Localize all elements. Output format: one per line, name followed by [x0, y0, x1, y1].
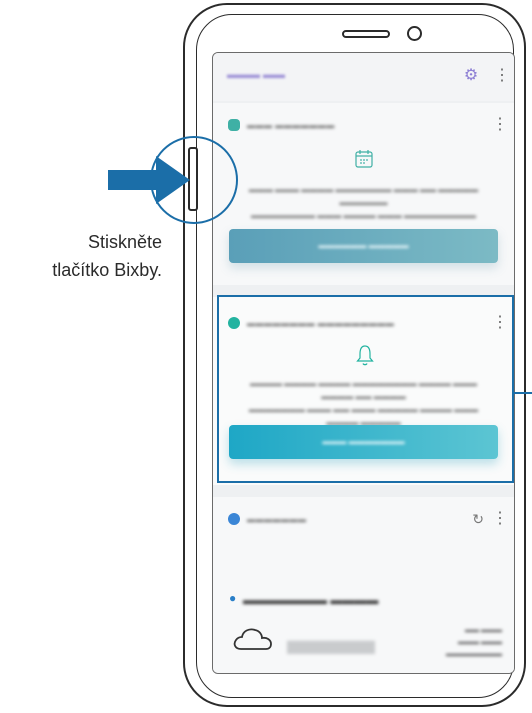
gear-icon[interactable]: ⚙: [460, 65, 482, 87]
card-title: ▬▬▬ ▬▬▬▬▬▬▬: [247, 121, 335, 130]
weather-temperature: ▬▬: [287, 615, 375, 664]
card-description: ▬▬▬ ▬▬▬ ▬▬▬▬ ▬▬▬▬▬▬▬ ▬▬▬ ▬▬ ▬▬▬▬▬ ▬▬▬▬▬▬…: [248, 185, 479, 220]
forecast-item: ☁ ▬▬▬▬▬▬▬: [307, 673, 317, 674]
location-pin-icon: ●: [229, 591, 237, 605]
card-title: ▬▬▬▬▬▬▬: [247, 515, 307, 524]
callout-line: [514, 392, 532, 394]
card-action-button[interactable]: ▬▬▬▬▬▬ ▬▬▬▬▬: [229, 229, 498, 263]
card-app-icon: [228, 513, 240, 525]
highlight-frame: [217, 295, 514, 483]
calendar-icon: [355, 150, 373, 168]
caption-line-1: Stiskněte: [87, 232, 162, 252]
bixby-home-header: ▬▬▬ ▬▬ ⚙ ⋮: [213, 53, 514, 101]
more-vertical-icon[interactable]: ⋮: [494, 66, 510, 86]
card-app-icon: [228, 119, 240, 131]
earpiece-speaker: [342, 30, 390, 38]
cloud-icon: [233, 628, 272, 650]
forecast-item: ☁ ▬▬▬▬▬▬▬: [229, 673, 239, 674]
weather-location: ▬▬▬▬▬▬▬ ▬▬▬▬: [243, 593, 379, 607]
caption-line-2: tlačítko Bixby.: [52, 260, 162, 280]
forecast-item: ☁ ▬▬▬▬▬▬▬: [463, 673, 473, 674]
forecast-item: ☁ ▬▬▬▬▬▬▬: [385, 673, 395, 674]
schedule-card: ▬▬▬ ▬▬▬▬▬▬▬ ⋮ ▬▬▬ ▬▬▬ ▬▬▬▬ ▬▬▬▬▬▬▬ ▬▬▬ ▬…: [213, 103, 514, 285]
weather-card: ▬▬▬▬▬▬▬ ↻ ⋮ ● ▬▬▬▬▬▬▬ ▬▬▬▬ ▬▬ ▬▬ ▬▬▬ ▬▬▬ …: [213, 497, 514, 674]
greeting-text: ▬▬▬ ▬▬: [227, 69, 286, 81]
instruction-caption: Stiskněte tlačítko Bixby.: [10, 228, 162, 284]
refresh-icon[interactable]: ↻: [472, 511, 484, 528]
arrow-right-icon: [108, 156, 190, 204]
front-camera: [407, 26, 422, 41]
more-vertical-icon[interactable]: ⋮: [492, 115, 508, 135]
more-vertical-icon[interactable]: ⋮: [492, 509, 508, 529]
weather-details: ▬▬ ▬▬▬ ▬▬▬ ▬▬▬ ▬▬▬▬▬▬▬▬: [446, 627, 502, 658]
